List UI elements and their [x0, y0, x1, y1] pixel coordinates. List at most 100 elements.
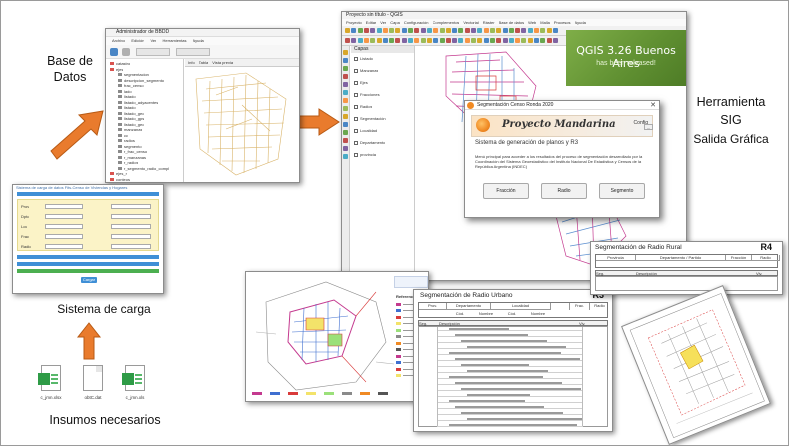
qgis-tool-icon[interactable]: [489, 38, 495, 43]
layer-checkbox-icon[interactable]: [354, 104, 358, 109]
qgis-menu-item[interactable]: Malla: [540, 19, 550, 26]
qgis-tool-icon[interactable]: [357, 28, 363, 33]
form-input[interactable]: [111, 224, 151, 229]
dialog-segmento-button[interactable]: Segmento: [599, 183, 645, 199]
qgis-tool-icon[interactable]: [401, 38, 407, 43]
qgis-tool-icon[interactable]: [534, 38, 539, 43]
qgis-tool-icon[interactable]: [502, 28, 508, 33]
db-menu-item[interactable]: Edición: [131, 37, 144, 45]
db-tree-item[interactable]: frac_censo: [118, 83, 144, 88]
qgis-tool-icon[interactable]: [552, 28, 558, 33]
qgis-side-tool-icon[interactable]: [343, 98, 348, 103]
db-tree-item[interactable]: descripcion_segmento: [118, 78, 164, 83]
qgis-tool-icon[interactable]: [408, 28, 413, 33]
qgis-tool-icon[interactable]: [401, 28, 407, 33]
db-tree-item[interactable]: r_frac_censo: [118, 149, 147, 154]
qgis-tool-icon[interactable]: [363, 28, 369, 33]
layer-checkbox-icon[interactable]: [354, 128, 358, 133]
db-tree-item[interactable]: segmentacion: [118, 72, 149, 77]
db-menu-item[interactable]: Archivo: [112, 37, 125, 45]
qgis-tool-icon[interactable]: [420, 38, 426, 43]
qgis-tool-icon[interactable]: [452, 38, 458, 43]
qgis-tool-icon[interactable]: [439, 38, 445, 43]
db-tree-item[interactable]: r_radios: [118, 160, 138, 165]
qgis-side-tool-icon[interactable]: [343, 130, 348, 135]
form-input[interactable]: [111, 204, 151, 209]
qgis-side-tool-icon[interactable]: [343, 138, 348, 143]
qgis-tool-icon[interactable]: [552, 38, 558, 43]
layer-checkbox-icon[interactable]: [354, 92, 358, 97]
layer-checkbox-icon[interactable]: [354, 80, 358, 85]
qgis-menu-item[interactable]: Ráster: [483, 19, 495, 26]
qgis-tool-icon[interactable]: [471, 38, 476, 43]
qgis-layer-item[interactable]: Listado: [354, 56, 373, 61]
qgis-menu-item[interactable]: Complementos: [433, 19, 460, 26]
qgis-side-tool-icon[interactable]: [343, 154, 348, 159]
qgis-tool-icon[interactable]: [363, 38, 369, 43]
qgis-tool-icon[interactable]: [546, 38, 552, 43]
qgis-tool-icon[interactable]: [445, 38, 451, 43]
qgis-tool-icon[interactable]: [382, 38, 388, 43]
layer-checkbox-icon[interactable]: [354, 152, 358, 157]
qgis-tool-icon[interactable]: [439, 28, 445, 33]
qgis-tool-icon[interactable]: [521, 38, 527, 43]
qgis-tool-icon[interactable]: [376, 28, 382, 33]
qgis-side-tool-icon[interactable]: [343, 82, 348, 87]
qgis-tool-icon[interactable]: [395, 28, 401, 33]
qgis-menu-item[interactable]: Ver: [380, 19, 386, 26]
form-input[interactable]: [45, 204, 83, 209]
db-tab[interactable]: Tabla: [199, 59, 209, 66]
qgis-tool-icon[interactable]: [345, 28, 350, 33]
qgis-tool-icon[interactable]: [464, 28, 470, 33]
qgis-tool-icon[interactable]: [527, 38, 533, 43]
qgis-tool-icon[interactable]: [376, 38, 382, 43]
qgis-tool-icon[interactable]: [389, 38, 395, 43]
qgis-tool-icon[interactable]: [508, 28, 514, 33]
qgis-side-tool-icon[interactable]: [343, 90, 348, 95]
qgis-tool-icon[interactable]: [521, 28, 527, 33]
db-tree-item[interactable]: manzanas: [118, 127, 142, 132]
qgis-tool-icon[interactable]: [458, 28, 464, 33]
layer-checkbox-icon[interactable]: [354, 140, 358, 145]
qgis-side-tool-icon[interactable]: [343, 58, 348, 63]
qgis-tool-icon[interactable]: [426, 28, 432, 33]
qgis-tool-icon[interactable]: [433, 38, 439, 43]
qgis-menu-item[interactable]: Vectorial: [463, 19, 478, 26]
layer-checkbox-icon[interactable]: [354, 56, 358, 61]
dialog-close-icon[interactable]: ✕: [650, 101, 656, 110]
qgis-tool-icon[interactable]: [458, 38, 464, 43]
db-tree-item[interactable]: listado: [118, 105, 136, 110]
db-filter-button[interactable]: [136, 48, 170, 56]
qgis-side-tool-icon[interactable]: [343, 74, 348, 79]
db-tree-item[interactable]: lado: [118, 89, 132, 94]
form-input[interactable]: [45, 244, 83, 249]
db-tree-item[interactable]: catastro: [110, 61, 130, 66]
qgis-tool-icon[interactable]: [515, 28, 521, 33]
qgis-tool-icon[interactable]: [370, 28, 376, 33]
layer-checkbox-icon[interactable]: [354, 68, 358, 73]
db-tree-item[interactable]: listado_geo: [118, 122, 144, 127]
form-input[interactable]: [45, 214, 83, 219]
db-tree-item[interactable]: listado: [118, 94, 136, 99]
form-input[interactable]: [111, 214, 151, 219]
qgis-tool-icon[interactable]: [502, 38, 508, 43]
qgis-menu-item[interactable]: Proyecto: [346, 19, 362, 26]
qgis-menu-item[interactable]: Configuración: [404, 19, 429, 26]
qgis-tool-icon[interactable]: [489, 28, 495, 33]
db-tree-item[interactable]: conteos: [110, 177, 130, 182]
qgis-menu-item[interactable]: Web: [528, 19, 536, 26]
db-query-button[interactable]: [176, 48, 210, 56]
qgis-tool-icon[interactable]: [540, 28, 546, 33]
qgis-layer-item[interactable]: Radios: [354, 104, 372, 109]
qgis-tool-icon[interactable]: [508, 38, 514, 43]
form-input[interactable]: [111, 234, 151, 239]
qgis-tool-icon[interactable]: [546, 28, 552, 33]
qgis-tool-icon[interactable]: [395, 38, 401, 43]
db-tree-item[interactable]: r_segmento_radio_compl: [118, 166, 169, 171]
db-tree-item[interactable]: listado_geo: [118, 111, 144, 116]
db-tree-item[interactable]: listado_adyacentes: [118, 100, 158, 105]
qgis-tool-icon[interactable]: [483, 28, 489, 33]
qgis-tool-icon[interactable]: [540, 38, 546, 43]
qgis-layer-item[interactable]: Departamento: [354, 140, 385, 145]
qgis-tool-icon[interactable]: [515, 38, 521, 43]
